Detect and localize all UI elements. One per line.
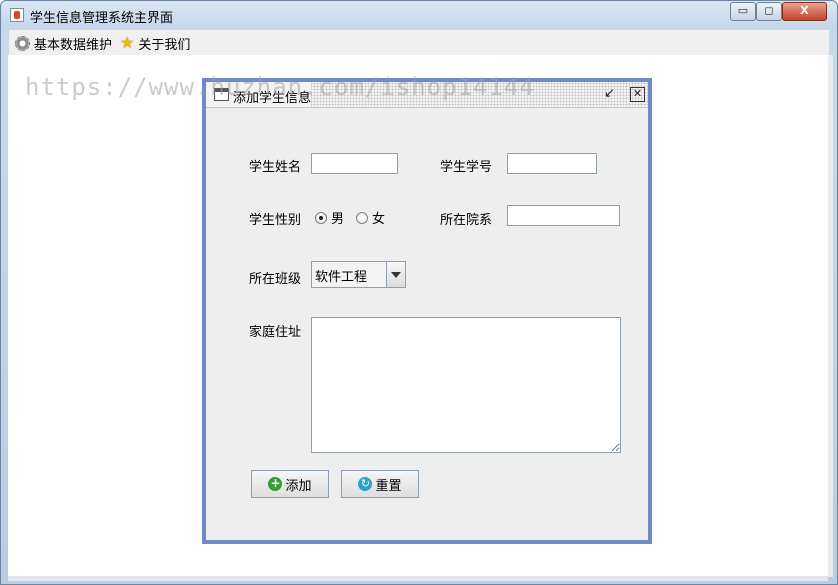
reset-icon: ↻ — [358, 477, 373, 491]
add-button-label: 添加 — [285, 478, 312, 494]
maximize-button[interactable]: ◻ — [756, 2, 782, 21]
window-title: 学生信息管理系统主界面 — [30, 11, 174, 26]
class-label: 所在班级 — [249, 272, 302, 287]
add-button[interactable]: + 添加 — [251, 470, 329, 498]
chevron-down-icon[interactable] — [386, 262, 405, 287]
menu-about-us[interactable]: ★ 关于我们 — [120, 33, 191, 53]
address-label: 家庭住址 — [249, 325, 302, 340]
java-app-icon — [10, 8, 24, 22]
reset-button[interactable]: ↻ 重置 — [341, 470, 419, 498]
menu-basic-data-label: 基本数据维护 — [34, 37, 113, 53]
name-input[interactable] — [311, 153, 398, 174]
restore-icon[interactable]: ↙ — [602, 87, 617, 102]
address-textarea[interactable] — [311, 317, 621, 453]
department-label: 所在院系 — [440, 213, 493, 228]
dialog-close-icon[interactable]: ✕ — [630, 87, 645, 102]
department-input[interactable] — [507, 205, 620, 226]
radio-male-label: 男 — [331, 212, 345, 227]
maximize-icon: ◻ — [764, 4, 774, 17]
class-combobox[interactable]: 软件工程 — [311, 261, 406, 288]
watermark-text: https://www.huzhan.com/ishop14144 — [25, 73, 535, 101]
menu-bar: 基本数据维护 ★ 关于我们 — [9, 30, 829, 56]
horizontal-scrollbar[interactable] — [8, 576, 828, 581]
menu-about-us-label: 关于我们 — [138, 37, 191, 53]
radio-female-dot[interactable] — [356, 211, 368, 224]
gender-radio-male[interactable]: 男 — [315, 208, 344, 227]
add-icon: + — [268, 476, 283, 491]
menu-basic-data[interactable]: 基本数据维护 — [15, 34, 113, 53]
minimize-icon: ▭ — [737, 4, 749, 17]
student-id-label: 学生学号 — [440, 160, 493, 175]
student-id-input[interactable] — [507, 153, 597, 174]
gear-icon — [15, 35, 30, 51]
gender-label: 学生性别 — [249, 213, 302, 228]
reset-button-label: 重置 — [375, 478, 402, 494]
name-label: 学生姓名 — [249, 160, 302, 175]
minimize-button[interactable]: ▭ — [730, 2, 756, 21]
close-icon: X — [800, 4, 809, 17]
star-icon: ★ — [120, 33, 135, 52]
radio-female-label: 女 — [372, 212, 386, 227]
close-button[interactable]: X — [782, 2, 827, 21]
window-titlebar[interactable]: 学生信息管理系统主界面 ▭ ◻ X — [1, 1, 837, 29]
vertical-scrollbar[interactable] — [828, 55, 833, 577]
radio-male-dot[interactable] — [315, 211, 327, 224]
class-selected-value: 软件工程 — [315, 270, 368, 285]
gender-radio-female[interactable]: 女 — [356, 208, 385, 227]
add-student-dialog: 添加学生信息 ↙ ✕ 学生姓名 学生学号 学生性别 男 女 所在院系 所在班级 … — [202, 78, 652, 544]
